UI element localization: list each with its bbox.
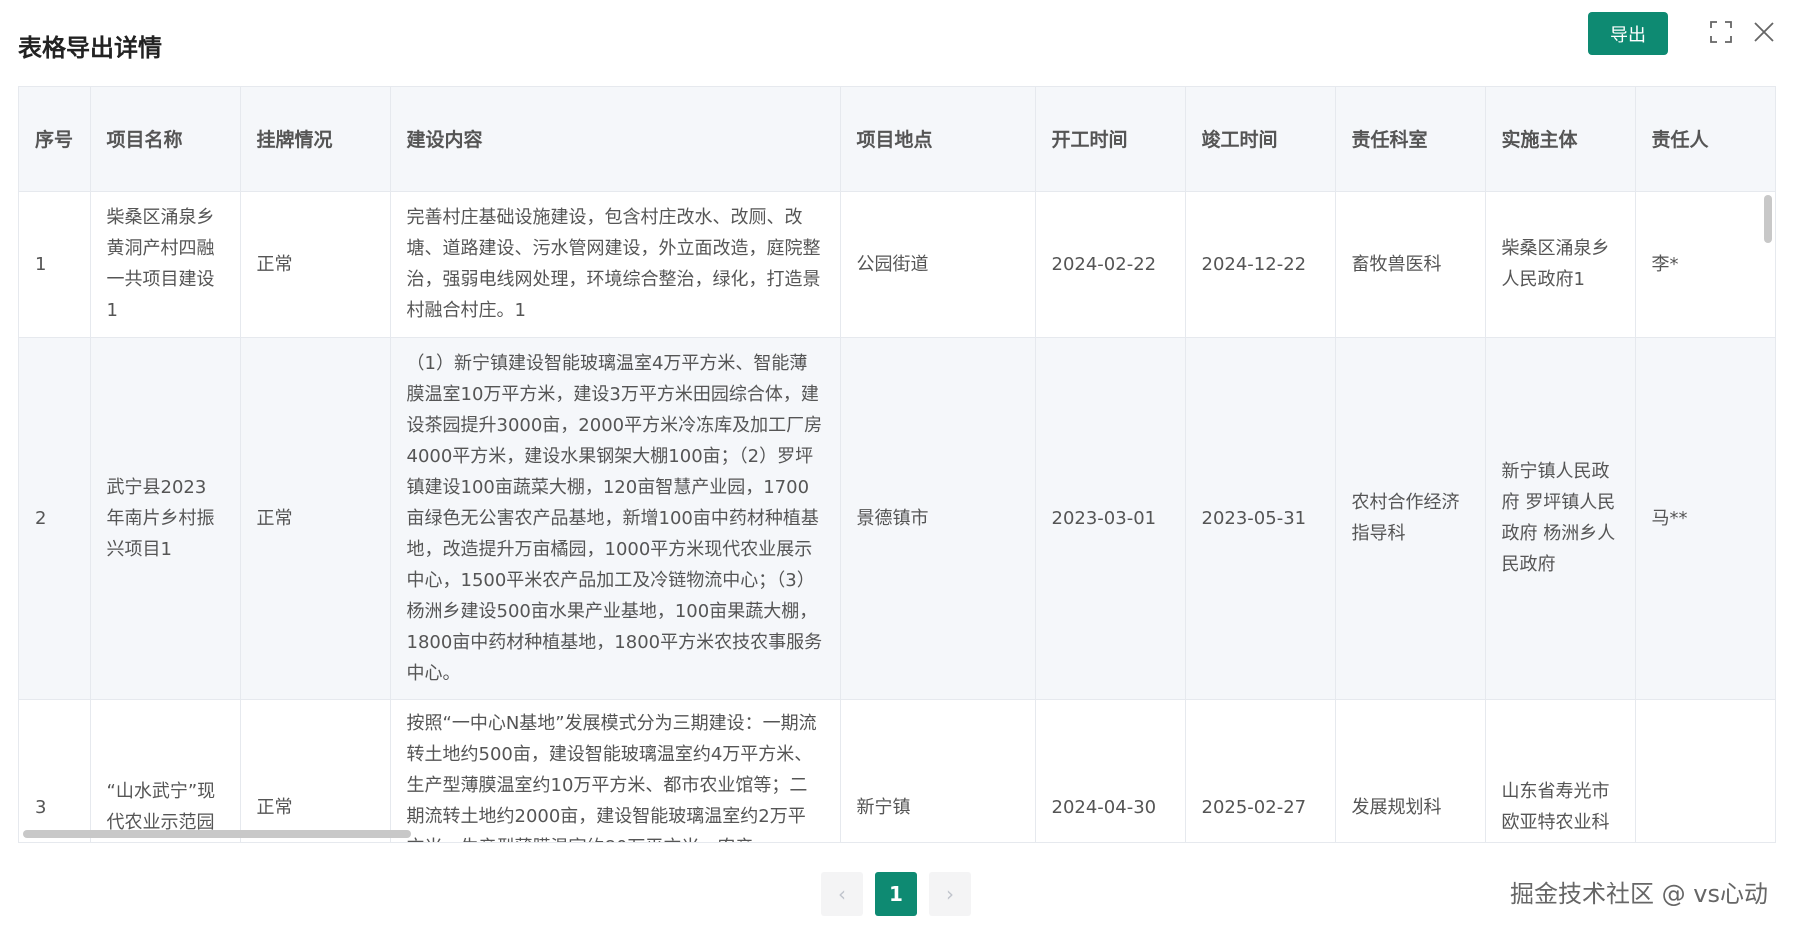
horizontal-scrollbar[interactable] bbox=[23, 830, 411, 838]
chevron-right-icon: › bbox=[946, 882, 954, 906]
cell-end: 2024-12-22 bbox=[1185, 191, 1336, 338]
prev-page-button[interactable]: ‹ bbox=[821, 872, 863, 916]
column-header-name: 项目名称 bbox=[90, 87, 241, 192]
cell-content: 完善村庄基础设施建设，包含村庄改水、改厕、改塘、道路建设、污水管网建设，外立面改… bbox=[390, 191, 841, 338]
vertical-scrollbar[interactable] bbox=[1764, 195, 1772, 243]
column-header-entity: 实施主体 bbox=[1485, 87, 1636, 192]
table-row[interactable]: 2 武宁县2023年南片乡村振兴项目1 正常 （1）新宁镇建设智能玻璃温室4万平… bbox=[19, 337, 1775, 700]
column-header-start: 开工时间 bbox=[1035, 87, 1186, 192]
page-number-button[interactable]: 1 bbox=[875, 872, 917, 916]
cell-dept: 畜牧兽医科 bbox=[1335, 191, 1486, 338]
cell-end: 2023-05-31 bbox=[1185, 337, 1336, 700]
cell-status: 正常 bbox=[240, 699, 391, 842]
dialog-header: 表格导出详情 导出 bbox=[0, 0, 1797, 86]
column-header-end: 竣工时间 bbox=[1185, 87, 1336, 192]
cell-location: 公园街道 bbox=[840, 191, 1036, 338]
cell-location: 新宁镇 bbox=[840, 699, 1036, 842]
cell-content: 按照“一中心N基地”发展模式分为三期建设：一期流转土地约500亩，建设智能玻璃温… bbox=[390, 699, 841, 842]
cell-name: 武宁县2023年南片乡村振兴项目1 bbox=[90, 337, 241, 700]
export-table: 序号 项目名称 挂牌情况 建设内容 项目地点 开工时间 竣工时间 责任科室 实施… bbox=[19, 87, 1775, 842]
cell-index: 2 bbox=[19, 337, 91, 700]
column-header-owner: 责任人 bbox=[1635, 87, 1775, 192]
export-button[interactable]: 导出 bbox=[1588, 12, 1668, 55]
dialog-title: 表格导出详情 bbox=[18, 34, 162, 62]
table-header-row: 序号 项目名称 挂牌情况 建设内容 项目地点 开工时间 竣工时间 责任科室 实施… bbox=[19, 87, 1775, 192]
cell-owner bbox=[1635, 699, 1775, 842]
cell-entity: 新宁镇人民政府 罗坪镇人民政府 杨洲乡人民政府 bbox=[1485, 337, 1636, 700]
cell-owner: 李* bbox=[1635, 191, 1775, 338]
column-header-content: 建设内容 bbox=[390, 87, 841, 192]
cell-start: 2024-04-30 bbox=[1035, 699, 1186, 842]
cell-start: 2023-03-01 bbox=[1035, 337, 1186, 700]
table-row[interactable]: 1 柴桑区涌泉乡黄洞产村四融一共项目建设1 正常 完善村庄基础设施建设，包含村庄… bbox=[19, 191, 1775, 338]
column-header-dept: 责任科室 bbox=[1335, 87, 1486, 192]
cell-index: 1 bbox=[19, 191, 91, 338]
cell-status: 正常 bbox=[240, 337, 391, 700]
close-icon[interactable] bbox=[1750, 18, 1778, 46]
cell-dept: 发展规划科 bbox=[1335, 699, 1486, 842]
column-header-status: 挂牌情况 bbox=[240, 87, 391, 192]
column-header-location: 项目地点 bbox=[840, 87, 1036, 192]
cell-location: 景德镇市 bbox=[840, 337, 1036, 700]
column-header-index: 序号 bbox=[19, 87, 91, 192]
chevron-left-icon: ‹ bbox=[838, 882, 846, 906]
cell-end: 2025-02-27 bbox=[1185, 699, 1336, 842]
cell-entity: 山东省寿光市欧亚特农业科 bbox=[1485, 699, 1636, 842]
cell-name: “山水武宁”现代农业示范园 bbox=[90, 699, 241, 842]
cell-owner: 马** bbox=[1635, 337, 1775, 700]
pagination: ‹ 1 › bbox=[821, 872, 971, 916]
cell-index: 3 bbox=[19, 699, 91, 842]
cell-status: 正常 bbox=[240, 191, 391, 338]
cell-dept: 农村合作经济指导科 bbox=[1335, 337, 1486, 700]
cell-entity: 柴桑区涌泉乡人民政府1 bbox=[1485, 191, 1636, 338]
cell-start: 2024-02-22 bbox=[1035, 191, 1186, 338]
watermark: 掘金技术社区 @ vs心动 bbox=[1510, 880, 1768, 908]
cell-name: 柴桑区涌泉乡黄洞产村四融一共项目建设1 bbox=[90, 191, 241, 338]
export-table-container[interactable]: 序号 项目名称 挂牌情况 建设内容 项目地点 开工时间 竣工时间 责任科室 实施… bbox=[18, 86, 1776, 843]
table-row[interactable]: 3 “山水武宁”现代农业示范园 正常 按照“一中心N基地”发展模式分为三期建设：… bbox=[19, 699, 1775, 842]
next-page-button[interactable]: › bbox=[929, 872, 971, 916]
cell-content: （1）新宁镇建设智能玻璃温室4万平方米、智能薄膜温室10万平方米，建设3万平方米… bbox=[390, 337, 841, 700]
fullscreen-icon[interactable] bbox=[1707, 18, 1735, 46]
